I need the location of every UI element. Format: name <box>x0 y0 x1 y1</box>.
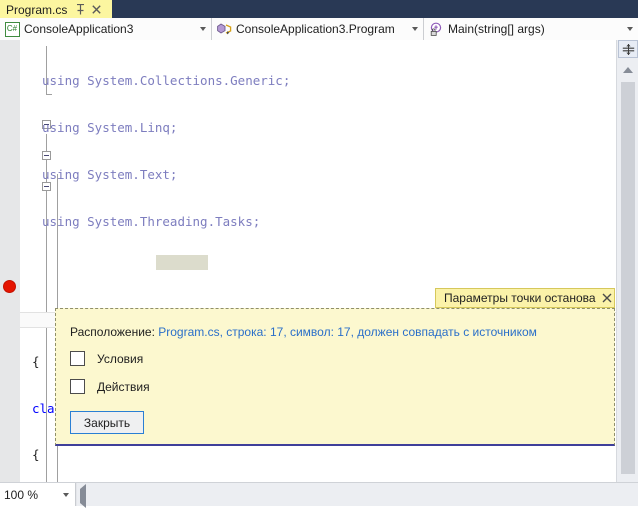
editor-status-bar: 100 % <box>0 482 638 508</box>
method-private-icon <box>427 18 445 40</box>
type-dropdown-value: ConsoleApplication3.Program <box>236 22 395 36</box>
member-dropdown[interactable]: Main(string[] args) <box>424 18 638 40</box>
breakpoint-location-link[interactable]: Program.cs, строка: 17, символ: 17, долж… <box>158 325 537 339</box>
breakpoint-icon[interactable] <box>3 280 16 293</box>
class-icon <box>215 18 233 40</box>
project-dropdown-value: ConsoleApplication3 <box>24 22 134 36</box>
code-line: using System.Linq; <box>20 120 616 136</box>
indicator-margin[interactable] <box>0 40 20 482</box>
code-line-text: { <box>32 353 40 369</box>
chevron-down-icon[interactable] <box>57 492 75 497</box>
actions-checkbox[interactable] <box>70 379 85 394</box>
pin-icon[interactable] <box>73 2 87 18</box>
actions-label: Действия <box>97 379 150 394</box>
document-tab-label: Program.cs <box>6 2 68 17</box>
code-line: using System.Collections.Generic; <box>20 73 616 89</box>
actions-row[interactable]: Действия <box>70 379 150 394</box>
zoom-level-value: 100 % <box>4 487 39 502</box>
breakpoint-location-row: Расположение: Program.cs, строка: 17, си… <box>70 325 537 339</box>
reference-highlight <box>156 255 208 270</box>
close-icon[interactable] <box>89 2 103 18</box>
project-dropdown[interactable]: C# ConsoleApplication3 <box>0 18 212 40</box>
breakpoint-popup-title: Параметры точки останова <box>444 291 596 305</box>
code-line: using System.Text; <box>20 167 616 183</box>
code-line-text: using System.Threading.Tasks; <box>42 213 261 229</box>
document-tab-strip: Program.cs <box>0 0 638 18</box>
breakpoint-location-label: Расположение: <box>70 325 159 339</box>
breakpoint-popup-titlebar: Параметры точки останова <box>435 288 615 308</box>
chevron-down-icon[interactable] <box>195 18 211 40</box>
code-line: using System.Threading.Tasks; <box>20 214 616 230</box>
code-line: { <box>20 447 616 463</box>
conditions-row[interactable]: Условия <box>70 351 143 366</box>
split-view-icon[interactable] <box>618 40 638 58</box>
conditions-label: Условия <box>97 351 144 366</box>
scrollbar-thumb[interactable] <box>621 82 635 474</box>
navigation-bar: C# ConsoleApplication3 ConsoleApplicatio… <box>0 18 638 41</box>
code-line-text: { <box>32 447 40 463</box>
conditions-checkbox[interactable] <box>70 351 85 366</box>
vertical-scrollbar[interactable] <box>616 40 638 482</box>
chevron-up-icon[interactable] <box>618 62 638 78</box>
breakpoint-popup-body: Расположение: Program.cs, строка: 17, си… <box>55 308 615 446</box>
code-line-text: using System.Text; <box>42 166 178 182</box>
close-button[interactable]: Закрыть <box>70 411 144 434</box>
code-line-text: using System.Collections.Generic; <box>42 73 291 89</box>
visual-studio-editor-window: Program.cs C# ConsoleApplication3 Consol… <box>0 0 638 508</box>
csharp-project-icon: C# <box>3 18 21 40</box>
chevron-left-icon[interactable] <box>80 484 86 508</box>
type-dropdown[interactable]: ConsoleApplication3.Program <box>212 18 424 40</box>
chevron-down-icon[interactable] <box>407 18 423 40</box>
zoom-dropdown[interactable]: 100 % <box>0 483 76 506</box>
member-dropdown-value: Main(string[] args) <box>448 22 545 36</box>
horizontal-scrollbar[interactable] <box>77 483 638 508</box>
document-tab-program-cs[interactable]: Program.cs <box>0 0 112 18</box>
code-line-text: using System.Linq; <box>42 119 178 135</box>
csharp-icon-glyph: C# <box>4 21 20 37</box>
chevron-down-icon[interactable] <box>622 18 638 40</box>
close-icon[interactable] <box>602 289 612 307</box>
